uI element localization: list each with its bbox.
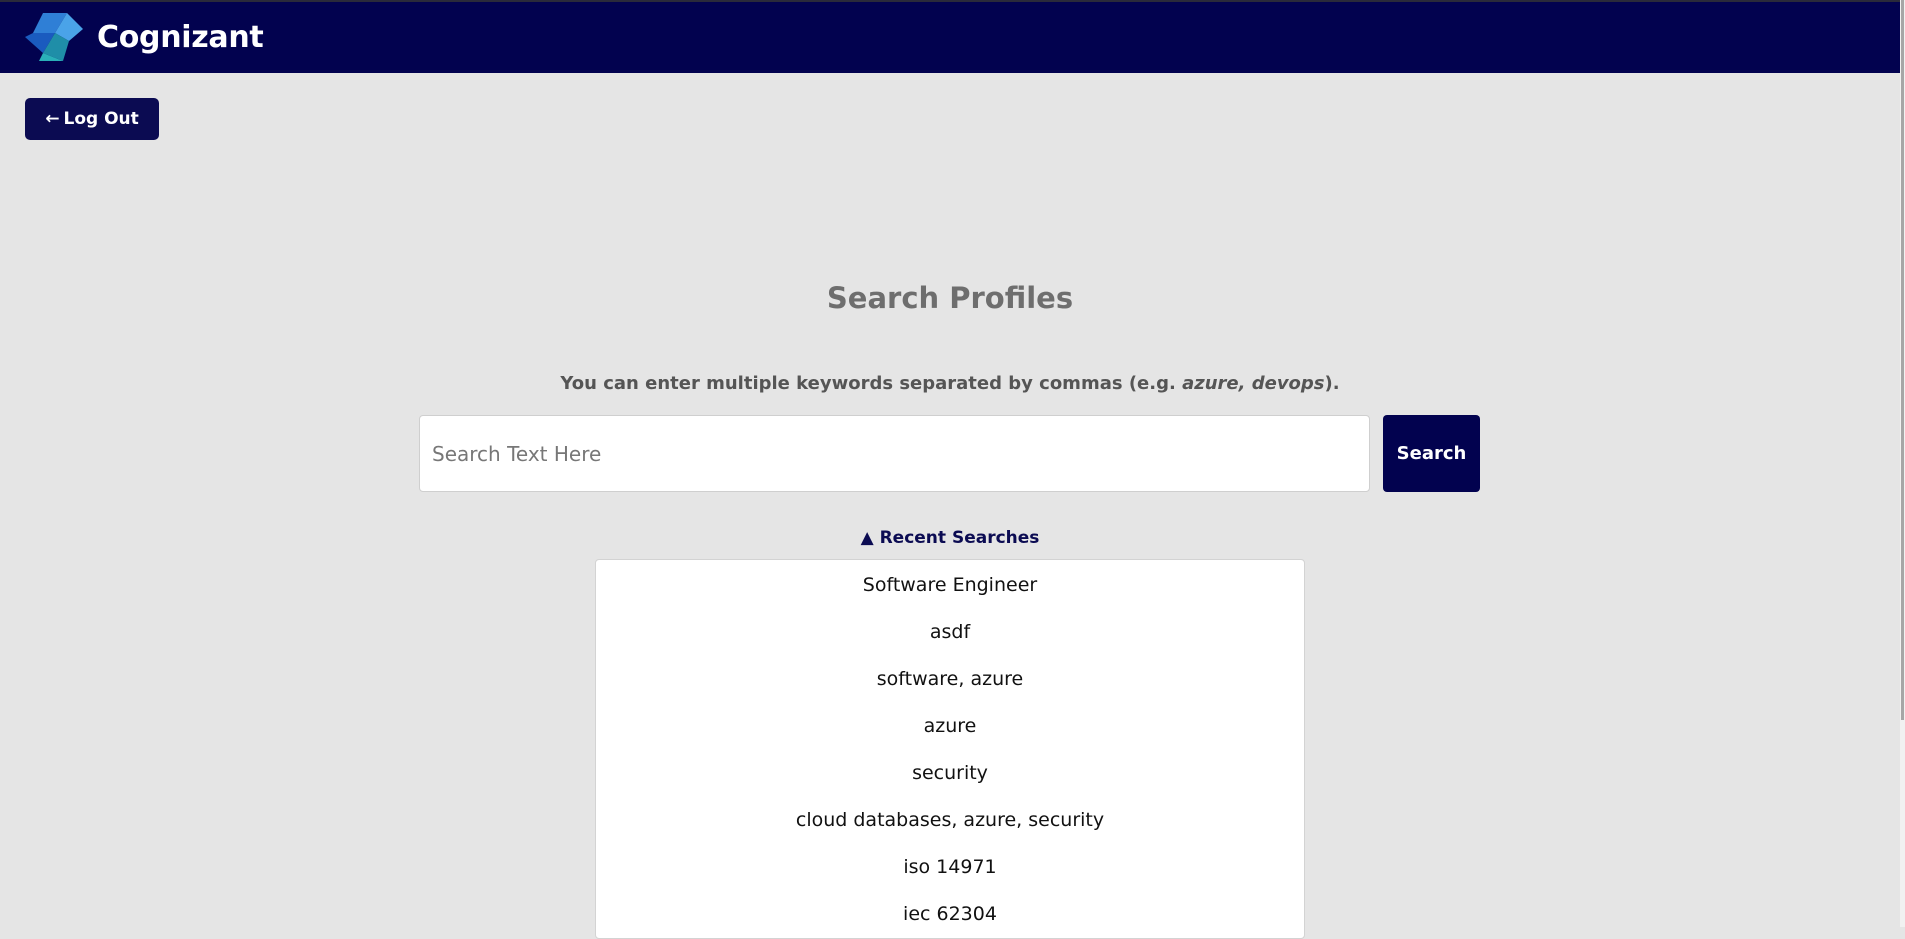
logout-label: Log Out (63, 109, 139, 129)
page-title: Search Profiles (826, 281, 1074, 315)
recent-search-item[interactable]: Software Engineer (596, 562, 1304, 609)
logout-button[interactable]: ← Log Out (25, 98, 159, 140)
cognizant-logo-icon (25, 13, 83, 61)
recent-searches-list: Software Engineer asdf software, azure a… (595, 559, 1305, 939)
scrollbar-thumb[interactable] (1901, 0, 1904, 720)
recent-search-item[interactable]: azure (596, 703, 1304, 750)
recent-search-item[interactable]: cloud databases, azure, security (596, 797, 1304, 844)
recent-search-item[interactable]: security (596, 750, 1304, 797)
recent-searches-label: Recent Searches (879, 528, 1040, 548)
search-hint: You can enter multiple keywords separate… (0, 373, 1900, 394)
hint-example: azure, devops (1182, 373, 1325, 394)
top-nav-bar: Cognizant (0, 0, 1900, 73)
back-arrow-icon: ← (45, 109, 60, 129)
brand-logo[interactable]: Cognizant (25, 11, 264, 63)
hint-prefix: You can enter multiple keywords separate… (560, 373, 1183, 394)
recent-search-item[interactable]: software, azure (596, 656, 1304, 703)
recent-searches-toggle[interactable]: ▲ Recent Searches (0, 528, 1900, 548)
recent-search-item[interactable]: iso 14971 (596, 844, 1304, 891)
collapse-triangle-icon: ▲ (860, 528, 874, 548)
hint-suffix: ). (1324, 373, 1340, 394)
brand-name: Cognizant (97, 19, 264, 55)
recent-search-item[interactable]: iec 62304 (596, 891, 1304, 938)
recent-search-item[interactable]: asdf (596, 609, 1304, 656)
search-button[interactable]: Search (1383, 415, 1480, 492)
search-input[interactable] (419, 415, 1370, 492)
